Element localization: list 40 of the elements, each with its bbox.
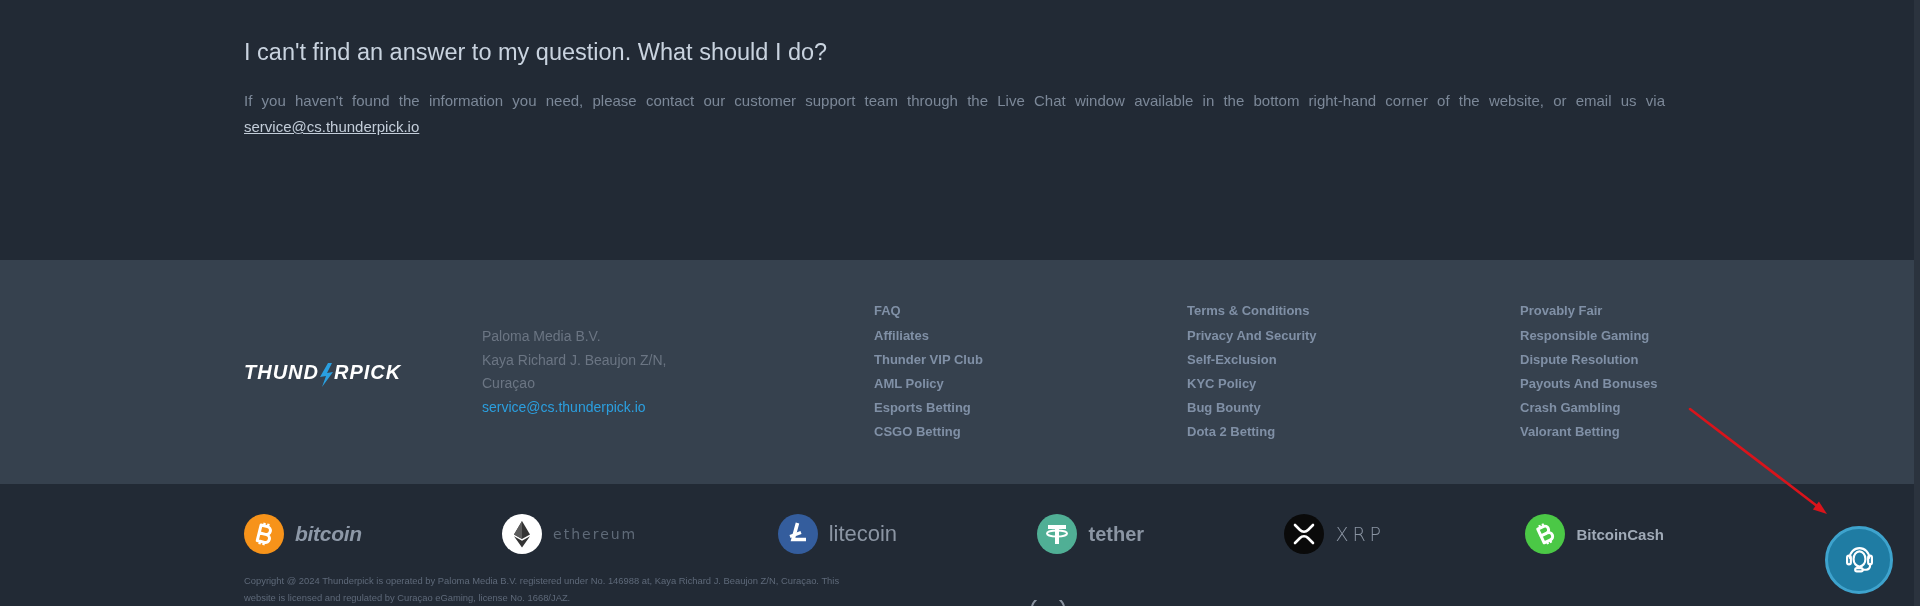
bitcoin-icon xyxy=(244,514,284,554)
footer-link[interactable]: Privacy And Security xyxy=(1187,323,1520,348)
headset-icon xyxy=(1845,547,1873,573)
email-link[interactable]: service@cs.thunderpick.io xyxy=(244,118,420,135)
footer-link[interactable]: Esports Betting xyxy=(874,396,1187,421)
ethereum-icon xyxy=(502,514,543,554)
footer-link[interactable]: Dota 2 Betting xyxy=(1187,420,1520,445)
footer-link[interactable]: Terms & Conditions xyxy=(1187,299,1520,324)
payment-method-name: tether xyxy=(1088,522,1145,546)
logo-text: THUND xyxy=(244,360,319,384)
footer-link[interactable]: AML Policy xyxy=(874,372,1187,397)
footer-link[interactable]: Affiliates xyxy=(874,323,1187,348)
footer-link[interactable]: Responsible Gaming xyxy=(1520,323,1658,348)
bitcoin-cash-icon xyxy=(1525,514,1566,554)
scrollbar-track[interactable] xyxy=(1914,0,1920,606)
footer-link[interactable]: Crash Gambling xyxy=(1520,396,1658,421)
logo-text: RPICK xyxy=(334,360,402,384)
copyright-text: Copyright @ 2024 Thunderpick is operated by Paloma Media B.V. registered under No. 146988 at, Kaya Richard J. Beaujon Z/N, Curaçao. This website is licensed and regulated by Curaçao eGaming, license No. 1668/JAZ. xyxy=(244,574,841,605)
payment-method-name: ethereum xyxy=(553,526,638,542)
footer-link[interactable]: Thunder VIP Club xyxy=(874,347,1187,372)
footer-link[interactable]: CSGO Betting xyxy=(874,420,1187,445)
lightning-icon xyxy=(320,363,333,387)
email-link[interactable]: service@cs.thunderpick.io xyxy=(482,395,874,419)
footer-link[interactable]: Provably Fair xyxy=(1520,299,1658,324)
footer-link[interactable]: Valorant Betting xyxy=(1520,420,1658,445)
payment-method-name: XRP xyxy=(1335,523,1386,545)
footer-link[interactable]: Self-Exclusion xyxy=(1187,347,1520,372)
payment-method-name: bitcoin xyxy=(295,522,362,546)
footer-link[interactable]: Payouts And Bonuses xyxy=(1520,372,1658,397)
footer-link[interactable]: FAQ xyxy=(874,299,1187,324)
faq-answer: If you haven't found the information you need, please contact our customer support team through the Live Chat window available in the bottom right-hand corner of the website, or email us via service@cs.thunderpick.io xyxy=(244,91,1665,137)
tether-icon xyxy=(1037,514,1078,554)
payment-method-name: BitcoinCash xyxy=(1576,525,1664,543)
footer-link[interactable]: Bug Bounty xyxy=(1187,396,1520,421)
xrp-icon xyxy=(1284,514,1325,554)
footer-link[interactable]: KYC Policy xyxy=(1187,372,1520,397)
faq-question: I can't find an answer to my question. What should I do? xyxy=(244,38,829,67)
payment-method-name: litecoin xyxy=(828,521,898,547)
litecoin-icon xyxy=(777,514,818,554)
footer-link[interactable]: Dispute Resolution xyxy=(1520,347,1658,372)
